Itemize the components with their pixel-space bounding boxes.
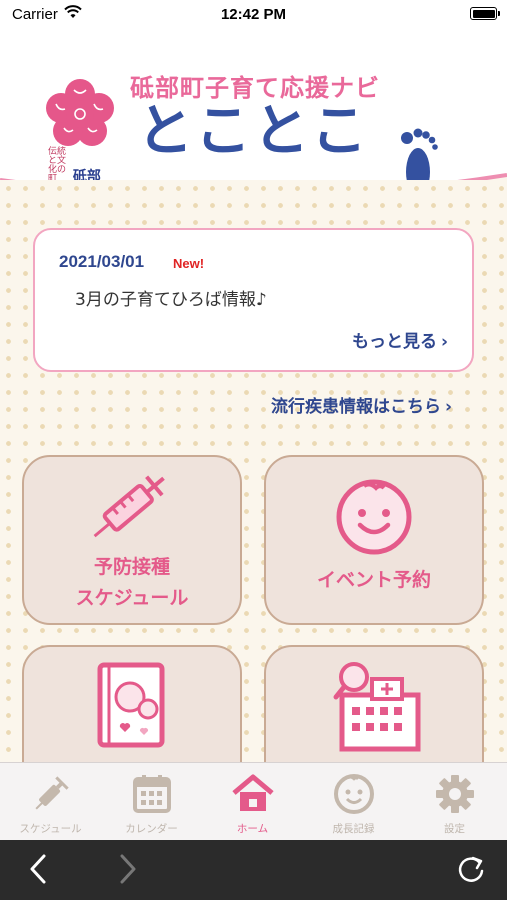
news-headline[interactable]: 3月の子育てひろば情報♪ (75, 285, 267, 310)
vaccine-label-line2: スケジュール (75, 587, 189, 609)
growth-record-tile[interactable] (22, 645, 242, 762)
chevron-right-icon: › (444, 397, 452, 417)
tab-home-label: ホーム (236, 823, 269, 835)
new-badge: New! (173, 256, 205, 271)
tab-bar: スケジュール カレンダー ホーム 成長記録 設定 (0, 762, 507, 840)
tab-settings-label: 設定 (444, 823, 465, 835)
gear-icon (436, 775, 474, 813)
tab-home[interactable]: ホーム (202, 763, 303, 841)
medical-facility-tile[interactable] (264, 645, 484, 762)
tab-schedule[interactable]: スケジュール (0, 763, 101, 841)
vaccine-label-line1: 予防接種 (93, 556, 170, 578)
smiley-face-icon (336, 479, 412, 555)
tab-growth[interactable]: 成長記録 (303, 763, 404, 841)
app-subtitle: 砥部町子育て応援ナビ (130, 74, 380, 102)
hospital-search-icon (333, 662, 421, 752)
event-label: イベント予約 (316, 569, 431, 591)
forward-arrow-icon[interactable] (116, 852, 140, 886)
tab-calendar-label: カレンダー (125, 823, 178, 835)
app-title: とことこ (137, 99, 369, 164)
town-flower-logo (46, 79, 114, 146)
reload-icon[interactable] (455, 852, 487, 886)
clock: 12:42 PM (220, 6, 287, 23)
child-handbook-icon (97, 662, 165, 748)
vaccine-schedule-tile[interactable]: 予防接種 スケジュール (22, 455, 242, 625)
battery-icon (470, 7, 500, 20)
news-date: 2021/03/01 (59, 252, 145, 271)
home-content: 2021/03/01 New! 3月の子育てひろば情報♪ もっと見る › 流行疾患… (0, 180, 507, 762)
disease-info-label: 流行疾患情報はこちら (270, 397, 441, 417)
chevron-right-icon: › (440, 332, 448, 352)
back-arrow-icon[interactable] (26, 852, 50, 886)
tab-settings[interactable]: 設定 (404, 763, 505, 841)
face-icon (334, 774, 374, 814)
tab-growth-label: 成長記録 (332, 823, 375, 835)
event-reservation-tile[interactable]: イベント予約 (264, 455, 484, 625)
home-icon (232, 774, 274, 811)
calendar-icon (133, 775, 171, 813)
tab-schedule-label: スケジュール (19, 823, 82, 835)
disease-info-link[interactable]: 流行疾患情報はこちら › (271, 392, 452, 417)
news-card[interactable]: 2021/03/01 New! 3月の子育てひろば情報♪ もっと見る › (33, 228, 474, 372)
tab-calendar[interactable]: カレンダー (101, 763, 202, 841)
more-news-label: もっと見る (351, 332, 437, 352)
browser-toolbar (0, 840, 507, 900)
syringe-icon (93, 475, 165, 538)
more-news-link[interactable]: もっと見る › (352, 327, 448, 352)
status-bar: Carrier 12:42 PM (0, 0, 507, 30)
syringe-icon (35, 776, 69, 810)
